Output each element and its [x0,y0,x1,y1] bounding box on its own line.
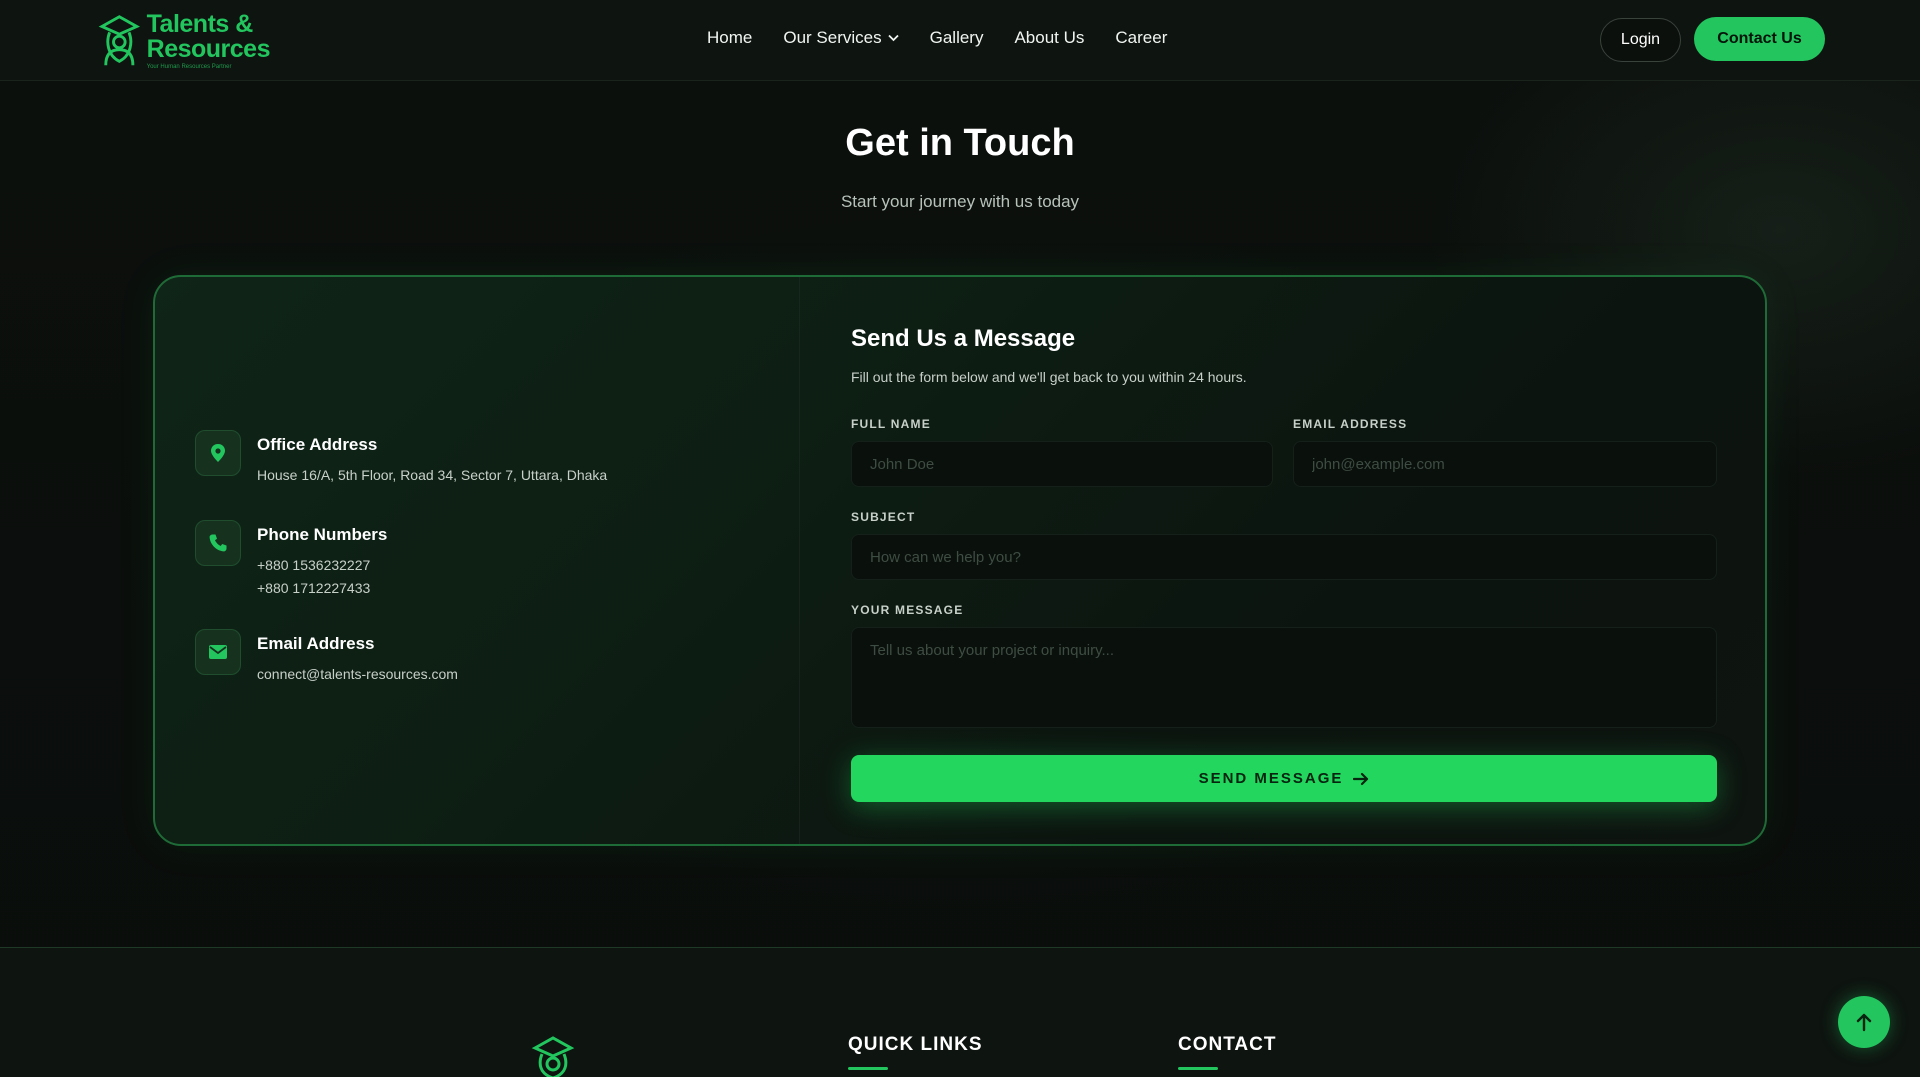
footer-contact-heading: CONTACT [1178,1034,1277,1055]
nav-our-services-label: Our Services [783,28,882,47]
subject-input[interactable] [851,534,1717,580]
brand-line2: Resources [146,35,271,63]
office-address-title: Office Address [257,435,378,454]
phone-numbers-title: Phone Numbers [257,525,388,544]
login-button[interactable]: Login [1600,18,1681,62]
nav-career[interactable]: Career [1115,28,1167,48]
contact-card: Office Address House 16/A, 5th Floor, Ro… [153,275,1767,846]
phone-icon [195,520,241,566]
info-email-address: Email Address connect@talents-resources.… [195,629,458,686]
send-message-label: SEND MESSAGE [1198,770,1344,787]
your-message-textarea[interactable] [851,627,1717,728]
form-description: Fill out the form below and we'll get ba… [851,369,1247,385]
full-name-label: FULL NAME [851,417,931,431]
subject-label: SUBJECT [851,510,916,524]
office-address-text: House 16/A, 5th Floor, Road 34, Sector 7… [257,467,608,483]
email-address-text[interactable]: connect@talents-resources.com [257,663,458,686]
page-title: Get in Touch [845,122,1075,164]
main-menu: Home Our Services Gallery About Us Caree… [707,28,1167,48]
email-address-title: Email Address [257,634,375,653]
chevron-down-icon [887,34,899,42]
footer-logo-icon [531,1036,575,1077]
map-pin-icon [195,430,241,476]
nav-gallery[interactable]: Gallery [930,28,984,48]
phone-number-1[interactable]: +880 1536232227 [257,554,387,577]
your-message-label: YOUR MESSAGE [851,603,964,617]
brand-line1: Talents & [146,10,254,38]
footer-contact-underline [1178,1067,1218,1070]
nav-home[interactable]: Home [707,28,752,48]
brand-logo[interactable]: Talents & Resources Your Human Resources… [98,10,271,72]
scroll-to-top-button[interactable] [1838,996,1890,1048]
phone-number-2[interactable]: +880 1712227433 [257,577,387,600]
send-message-button[interactable]: SEND MESSAGE [851,755,1717,802]
arrow-up-icon [1856,1013,1872,1032]
logo-emblem-icon [98,15,141,66]
footer-quick-links-heading: QUICK LINKS [848,1034,983,1055]
page-subtitle: Start your journey with us today [840,192,1080,211]
info-office-address: Office Address House 16/A, 5th Floor, Ro… [195,430,607,487]
contact-us-button[interactable]: Contact Us [1694,17,1825,61]
email-address-input[interactable] [1293,441,1717,487]
full-name-input[interactable] [851,441,1273,487]
nav-our-services[interactable]: Our Services [783,28,899,48]
form-title: Send Us a Message [851,325,1076,352]
top-navbar: Talents & Resources Your Human Resources… [0,0,1920,81]
info-phone-numbers: Phone Numbers +880 1536232227 +880 17122… [195,520,387,600]
envelope-icon [195,629,241,675]
email-address-label: EMAIL ADDRESS [1293,417,1408,431]
site-footer: QUICK LINKS CONTACT [0,947,1920,1077]
card-divider [799,277,800,844]
footer-quick-links-underline [848,1067,888,1070]
nav-about-us[interactable]: About Us [1014,28,1084,48]
arrow-right-icon [1353,772,1369,785]
brand-tagline: Your Human Resources Partner [146,64,232,70]
